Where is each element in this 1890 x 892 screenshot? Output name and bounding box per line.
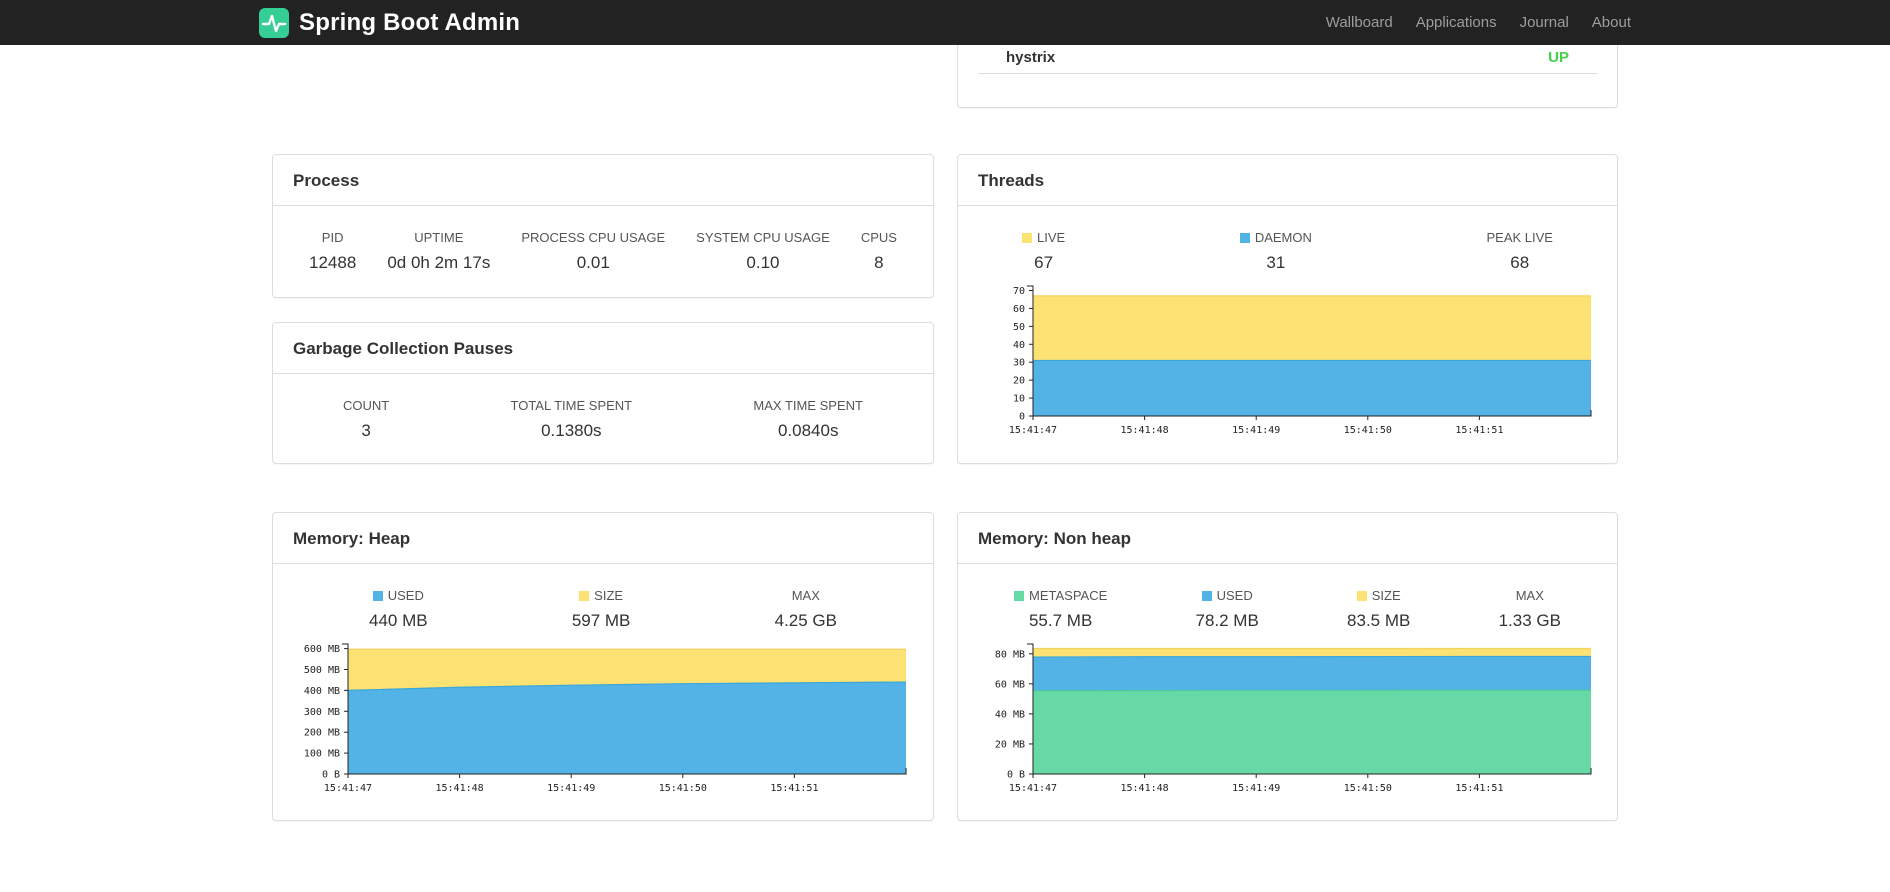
svg-text:100 MB: 100 MB [304,749,340,760]
svg-text:300 MB: 300 MB [304,707,340,718]
threads-live-swatch [1022,232,1032,243]
svg-text:80 MB: 80 MB [995,649,1025,660]
nav-link-wallboard[interactable]: Wallboard [1326,14,1393,31]
threads-chart: 0 10 20 30 40 50 60 70 15:41:47 15:41:48 15:41:49 1… [1009,285,1592,436]
application-status-row[interactable]: hystrix UP [978,45,1597,74]
nav-link-journal[interactable]: Journal [1520,14,1569,31]
stat-cpus: CPUS 8 [860,230,897,272]
threads-legend: LIVE 67 DAEMON 31 PEAK LIVE 68 [958,206,1617,273]
legend-threads-peak-live: PEAK LIVE 68 [1486,230,1553,272]
svg-text:40 MB: 40 MB [995,709,1025,720]
main-content: Process PID 12488 UPTIME 0d 0h 2m 17s PR… [272,0,1618,821]
left-column: Process PID 12488 UPTIME 0d 0h 2m 17s PR… [272,45,934,821]
legend-nonheap-max: MAX 1.33 GB [1498,588,1561,630]
application-name: hystrix [1006,49,1056,66]
brand-link[interactable]: Spring Boot Admin [259,7,521,38]
nonheap-metaspace-swatch [1014,590,1024,601]
nonheap-size-swatch [1356,590,1367,601]
svg-text:500 MB: 500 MB [304,665,340,676]
svg-text:50: 50 [1013,322,1025,333]
svg-text:30: 30 [1013,358,1025,369]
spring-boot-admin-logo-icon [259,7,289,38]
gc-stats: COUNT 3 TOTAL TIME SPENT 0.1380s MAX TIM… [273,374,933,441]
svg-text:15:41:49: 15:41:49 [1232,783,1280,794]
nonheap-chart: 0 B 20 MB 40 MB 60 MB 80 MB 15:41:47 15:41:48 1… [995,643,1592,794]
threads-card: Threads LIVE 67 DAEMON 31 PEAK LIVE 68 0… [957,154,1618,464]
process-card: Process PID 12488 UPTIME 0d 0h 2m 17s PR… [272,154,934,298]
process-card-title: Process [273,155,933,206]
threads-daemon-swatch [1239,232,1250,243]
svg-text:20: 20 [1013,376,1025,387]
stat-pid: PID 12488 [309,230,357,272]
svg-text:15:41:50: 15:41:50 [1344,783,1392,794]
legend-heap-size: SIZE 597 MB [571,588,631,630]
svg-text:15:41:47: 15:41:47 [1009,425,1057,436]
nonheap-used-swatch [1201,590,1212,601]
svg-text:15:41:48: 15:41:48 [1121,783,1169,794]
heap-used-swatch [372,590,383,601]
legend-heap-used: USED 440 MB [369,588,428,630]
nonheap-legend: METASPACE 55.7 MB USED 78.2 MB SIZE 83.5… [958,564,1617,631]
svg-text:15:41:51: 15:41:51 [1455,783,1503,794]
svg-text:60 MB: 60 MB [995,679,1025,690]
memory-nonheap-card-title: Memory: Non heap [958,513,1617,564]
memory-heap-card-title: Memory: Heap [273,513,933,564]
svg-text:15:41:47: 15:41:47 [1009,783,1057,794]
right-column: hystrix UP Threads LIVE 67 DAEMON 31 PEA… [957,45,1618,821]
stat-process-cpu-usage: PROCESS CPU USAGE 0.01 [521,230,666,272]
legend-heap-max: MAX 4.25 GB [774,588,837,630]
application-status-card: hystrix UP [957,45,1618,108]
svg-text:15:41:47: 15:41:47 [324,783,372,794]
svg-text:15:41:49: 15:41:49 [547,783,595,794]
brand-title: Spring Boot Admin [299,8,521,36]
heap-size-swatch [579,590,590,601]
heap-chart: 0 B 100 MB 200 MB 300 MB 400 MB 500 MB 600 MB 1… [304,643,907,794]
gc-card-title: Garbage Collection Pauses [273,323,933,374]
svg-text:15:41:48: 15:41:48 [1121,425,1169,436]
nav-link-applications[interactable]: Applications [1416,14,1497,31]
svg-text:15:41:49: 15:41:49 [1232,425,1280,436]
stat-gc-max-time: MAX TIME SPENT 0.0840s [753,398,863,440]
legend-nonheap-metaspace: METASPACE 55.7 MB [1014,588,1107,631]
svg-text:15:41:50: 15:41:50 [1344,425,1392,436]
stat-uptime: UPTIME 0d 0h 2m 17s [387,230,491,272]
nav-links: Wallboard Applications Journal About [1326,14,1631,31]
svg-text:10: 10 [1013,394,1025,405]
legend-threads-live: LIVE 67 [1022,230,1065,273]
legend-threads-daemon: DAEMON 31 [1239,230,1312,273]
svg-text:200 MB: 200 MB [304,728,340,739]
svg-text:60: 60 [1013,304,1025,315]
svg-text:400 MB: 400 MB [304,686,340,697]
threads-card-title: Threads [958,155,1617,206]
stat-gc-total-time: TOTAL TIME SPENT 0.1380s [510,398,633,440]
stat-system-cpu-usage: SYSTEM CPU USAGE 0.10 [696,230,830,272]
memory-nonheap-card: Memory: Non heap METASPACE 55.7 MB USED … [957,512,1618,821]
svg-text:15:41:51: 15:41:51 [1455,425,1503,436]
svg-text:40: 40 [1013,340,1025,351]
svg-text:70: 70 [1013,286,1025,297]
process-stats: PID 12488 UPTIME 0d 0h 2m 17s PROCESS CP… [273,206,933,273]
heap-legend: USED 440 MB SIZE 597 MB MAX 4.25 GB [273,564,933,631]
legend-nonheap-used: USED 78.2 MB [1195,588,1259,630]
memory-heap-card: Memory: Heap USED 440 MB SIZE 597 MB MAX… [272,512,934,821]
stat-gc-count: COUNT 3 [343,398,390,440]
svg-text:0 B: 0 B [322,770,340,781]
legend-nonheap-size: SIZE 83.5 MB [1347,588,1411,630]
svg-text:15:41:48: 15:41:48 [436,783,484,794]
svg-text:0: 0 [1019,412,1025,423]
svg-text:600 MB: 600 MB [304,644,340,655]
svg-text:0 B: 0 B [1007,770,1025,781]
svg-text:15:41:50: 15:41:50 [659,783,707,794]
navbar: Spring Boot Admin Wallboard Applications… [0,0,1890,45]
svg-text:20 MB: 20 MB [995,739,1025,750]
svg-text:15:41:51: 15:41:51 [770,783,818,794]
gc-pauses-card: Garbage Collection Pauses COUNT 3 TOTAL … [272,322,934,464]
nav-link-about[interactable]: About [1592,14,1631,31]
status-badge: UP [1548,49,1569,66]
